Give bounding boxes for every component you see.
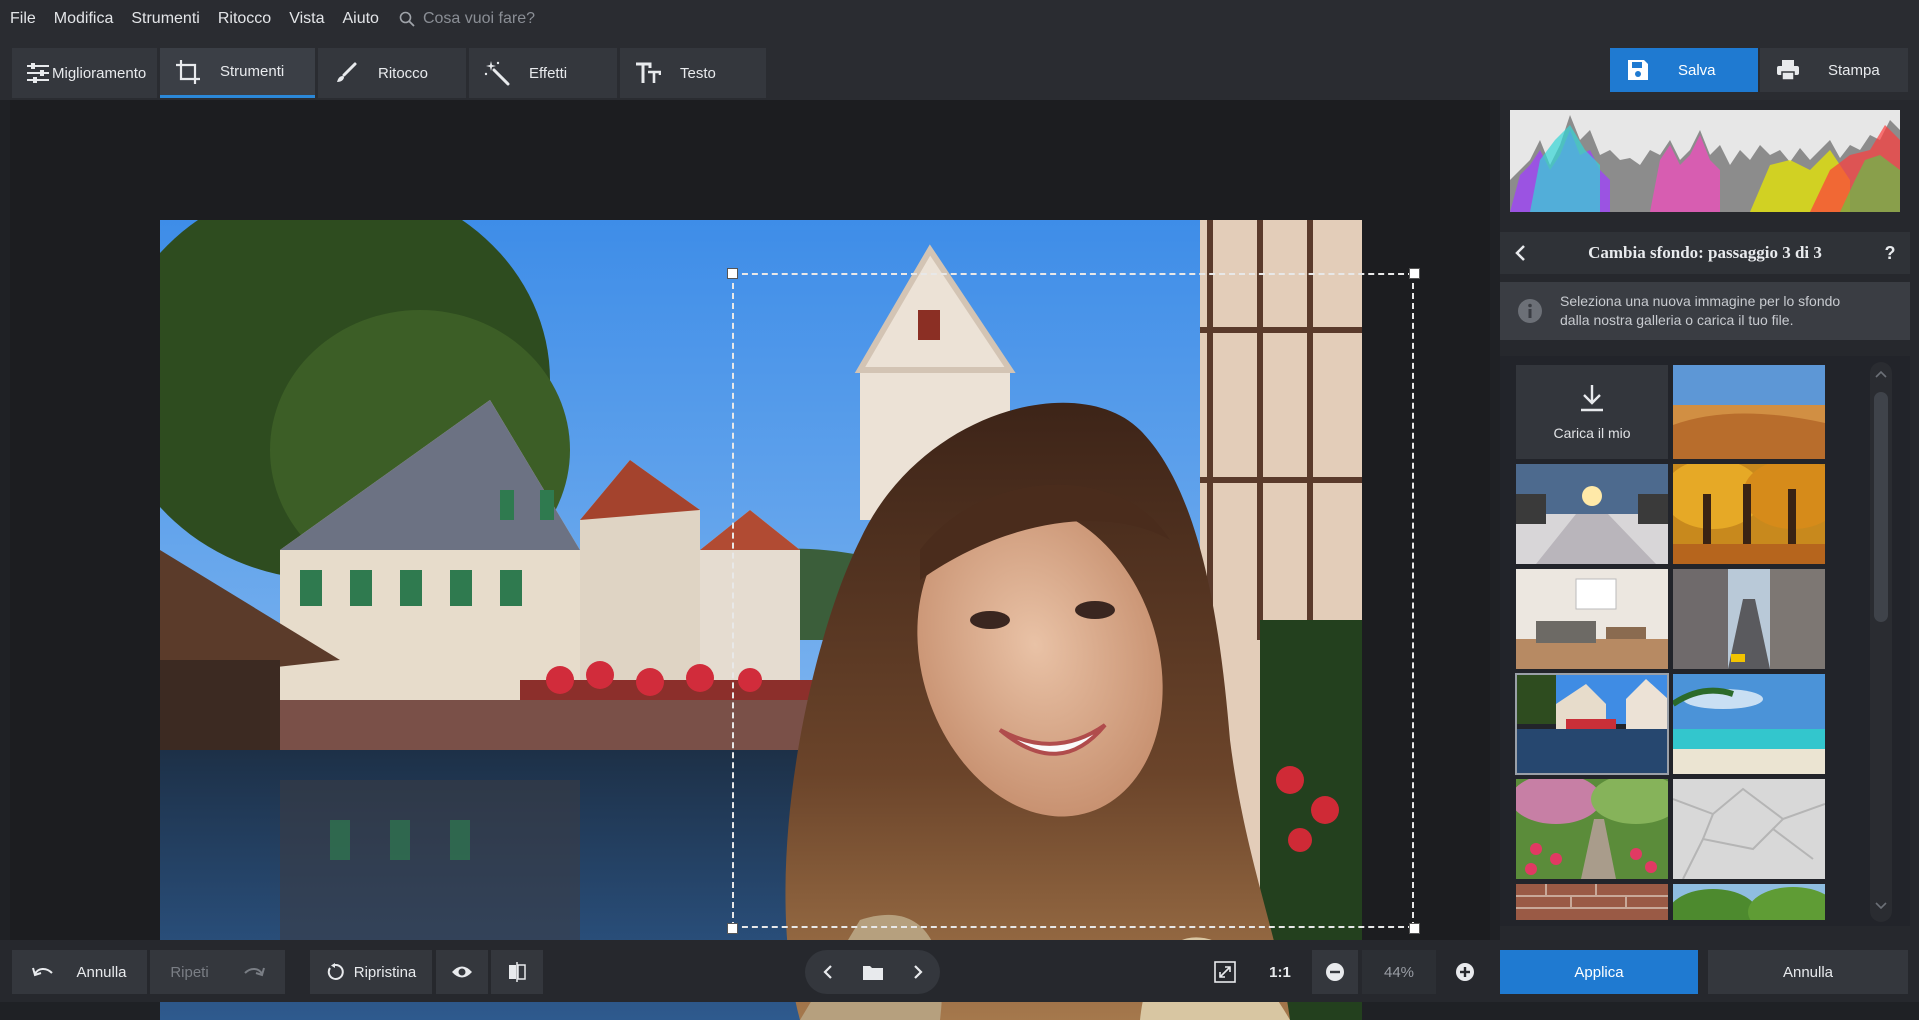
zoom-out-button[interactable] bbox=[1312, 950, 1358, 994]
brush-icon bbox=[332, 59, 360, 87]
tab-testo[interactable]: Testo bbox=[620, 48, 766, 98]
redo-icon bbox=[243, 967, 265, 977]
gallery-scrollbar[interactable] bbox=[1870, 362, 1892, 922]
reset-label: Ripristina bbox=[353, 963, 417, 981]
fit-to-screen-button[interactable] bbox=[1204, 950, 1246, 994]
undo-label: Annulla bbox=[76, 963, 127, 981]
chevron-right-icon bbox=[913, 965, 923, 979]
chevron-left-icon bbox=[822, 965, 832, 979]
next-photo-button[interactable] bbox=[898, 964, 938, 980]
previous-photo-button[interactable] bbox=[808, 964, 848, 980]
print-label: Stampa bbox=[1828, 61, 1880, 79]
save-button[interactable]: Salva bbox=[1610, 48, 1758, 92]
thumb-winter-road[interactable] bbox=[1516, 464, 1668, 564]
thumb-city-street[interactable] bbox=[1673, 569, 1825, 669]
zoom-level[interactable]: 44% bbox=[1362, 950, 1436, 994]
scroll-thumb[interactable] bbox=[1874, 392, 1888, 622]
step-title: Cambia sfondo: passaggio 3 di 3 bbox=[1588, 243, 1822, 262]
chevron-left-icon bbox=[1515, 245, 1525, 261]
compare-icon bbox=[509, 962, 526, 982]
background-gallery: Carica il mio bbox=[1500, 356, 1910, 926]
crop-handle-top-left[interactable] bbox=[727, 268, 738, 279]
crop-handle-bottom-left[interactable] bbox=[727, 923, 738, 934]
search-icon bbox=[399, 11, 415, 27]
thumb-brick-wall[interactable] bbox=[1516, 884, 1668, 920]
tab-miglioramento[interactable]: Miglioramento bbox=[12, 48, 157, 98]
zoom-in-button[interactable] bbox=[1442, 950, 1488, 994]
info-text-line1: Seleziona una nuova immagine per lo sfon… bbox=[1560, 293, 1841, 309]
help-button[interactable]: ? bbox=[1870, 243, 1910, 264]
menu-file[interactable]: File bbox=[10, 10, 36, 28]
thumb-green-trees[interactable] bbox=[1673, 884, 1825, 920]
crop-icon bbox=[174, 58, 202, 86]
tab-ritocco[interactable]: Ritocco bbox=[318, 48, 466, 98]
crop-handle-bottom-right[interactable] bbox=[1409, 923, 1420, 934]
thumb-tropical-beach[interactable] bbox=[1673, 674, 1825, 774]
redo-button[interactable]: Ripeti bbox=[150, 950, 285, 994]
back-button[interactable] bbox=[1500, 244, 1540, 262]
tab-label: Testo bbox=[680, 64, 716, 82]
open-folder-button[interactable] bbox=[848, 963, 898, 981]
scroll-down-icon bbox=[1875, 902, 1887, 910]
thumb-living-room[interactable] bbox=[1516, 569, 1668, 669]
menu-modifica[interactable]: Modifica bbox=[54, 10, 114, 28]
info-text: Seleziona una nuova immagine per lo sfon… bbox=[1560, 292, 1840, 330]
printer-icon bbox=[1774, 56, 1802, 84]
text-icon bbox=[634, 59, 662, 87]
magic-wand-icon bbox=[483, 59, 511, 87]
cancel-button[interactable]: Annulla bbox=[1708, 950, 1908, 994]
tab-label: Strumenti bbox=[220, 63, 285, 80]
apply-button[interactable]: Applica bbox=[1500, 950, 1698, 994]
menu-bar: File Modifica Strumenti Ritocco Vista Ai… bbox=[0, 0, 1919, 38]
bottom-bar: Annulla Ripeti Ripristina 1:1 44% Applic… bbox=[0, 940, 1919, 1002]
crop-handle-top-right[interactable] bbox=[1409, 268, 1420, 279]
undo-icon bbox=[32, 967, 54, 977]
tab-label: Effetti bbox=[529, 64, 568, 82]
tab-effetti[interactable]: Effetti bbox=[469, 48, 617, 98]
search-placeholder: Cosa vuoi fare? bbox=[422, 10, 535, 27]
thumb-tulip-garden[interactable] bbox=[1516, 779, 1668, 879]
undo-button[interactable]: Annulla bbox=[12, 950, 147, 994]
redo-label: Ripeti bbox=[170, 963, 209, 981]
save-icon bbox=[1624, 56, 1652, 84]
preview-button[interactable] bbox=[436, 950, 488, 994]
info-box: Seleziona una nuova immagine per lo sfon… bbox=[1500, 282, 1910, 340]
minus-circle-icon bbox=[1326, 963, 1344, 981]
compare-button[interactable] bbox=[491, 950, 543, 994]
download-icon bbox=[1581, 385, 1603, 412]
thumb-crumpled-paper[interactable] bbox=[1673, 779, 1825, 879]
info-text-line2: dalla nostra galleria o carica il tuo fi… bbox=[1560, 312, 1794, 328]
print-button[interactable]: Stampa bbox=[1760, 48, 1908, 92]
scroll-up-icon bbox=[1875, 370, 1887, 378]
histogram bbox=[1510, 110, 1900, 212]
navigation-group bbox=[805, 950, 940, 994]
tab-label: Ritocco bbox=[378, 64, 429, 82]
actual-size-button[interactable]: 1:1 bbox=[1256, 950, 1304, 994]
menu-vista[interactable]: Vista bbox=[289, 10, 324, 28]
toolbar: Miglioramento Strumenti Ritocco Effetti … bbox=[0, 38, 1919, 100]
tab-strumenti[interactable]: Strumenti bbox=[160, 48, 315, 98]
thumb-autumn-forest[interactable] bbox=[1673, 464, 1825, 564]
info-icon bbox=[1500, 298, 1560, 324]
reset-button[interactable]: Ripristina bbox=[310, 950, 432, 994]
upload-label: Carica il mio bbox=[1553, 425, 1631, 441]
menu-ritocco[interactable]: Ritocco bbox=[218, 10, 271, 28]
upload-own-button[interactable]: Carica il mio bbox=[1516, 365, 1668, 459]
eye-icon bbox=[452, 966, 472, 978]
step-header: Cambia sfondo: passaggio 3 di 3 ? bbox=[1500, 232, 1910, 274]
menu-aiuto[interactable]: Aiuto bbox=[342, 10, 378, 28]
thumb-desert[interactable] bbox=[1673, 365, 1825, 459]
crop-frame[interactable] bbox=[732, 273, 1414, 928]
folder-icon bbox=[862, 966, 883, 980]
save-label: Salva bbox=[1678, 61, 1716, 79]
tab-label: Miglioramento bbox=[52, 64, 147, 82]
sliders-icon bbox=[24, 59, 52, 87]
thumb-canal-town[interactable] bbox=[1515, 673, 1669, 775]
plus-circle-icon bbox=[1456, 963, 1474, 981]
reset-icon bbox=[327, 963, 344, 980]
fit-screen-icon bbox=[1214, 961, 1236, 983]
menu-strumenti[interactable]: Strumenti bbox=[131, 10, 199, 28]
search-field[interactable]: Cosa vuoi fare? bbox=[399, 10, 535, 28]
